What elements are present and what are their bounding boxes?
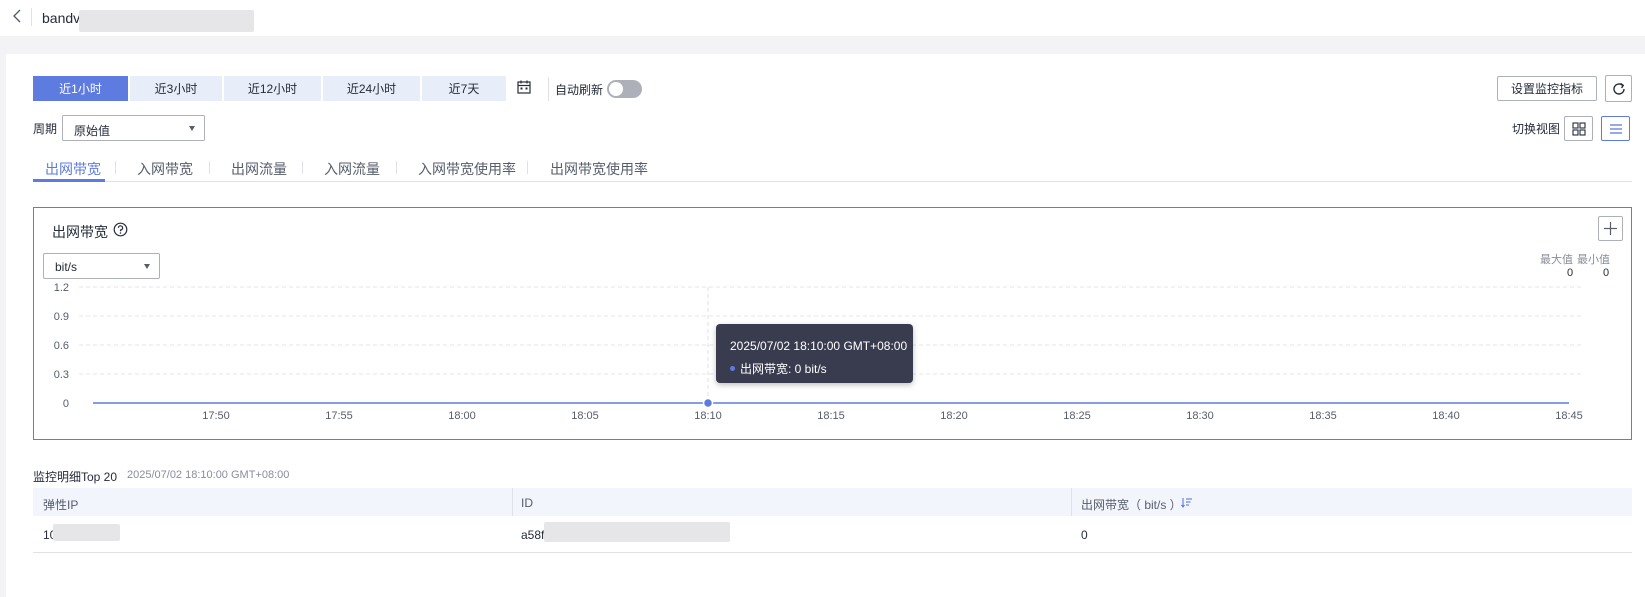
time-range-3h[interactable]: 近3小时 bbox=[130, 76, 222, 101]
redacted-id bbox=[544, 522, 730, 542]
auto-refresh-label: 自动刷新 bbox=[555, 83, 604, 97]
time-range-12h[interactable]: 近12小时 bbox=[224, 76, 321, 101]
tabs-baseline bbox=[33, 181, 1632, 182]
refresh-icon bbox=[1612, 82, 1625, 95]
grid-icon bbox=[1571, 121, 1586, 136]
grid-view-button[interactable] bbox=[1564, 116, 1593, 141]
column-header-bandwidth: 出网带宽（ bit/s ） bbox=[1081, 498, 1182, 512]
x-tick-label: 18:00 bbox=[448, 410, 476, 422]
tab-separator bbox=[209, 161, 210, 174]
y-tick-label: 0.9 bbox=[54, 311, 69, 323]
tooltip-time: 2025/07/02 18:10:00 GMT+08:00 bbox=[730, 339, 908, 353]
time-range-24h[interactable]: 近24小时 bbox=[323, 76, 420, 101]
tooltip-value: 出网带宽: 0 bit/s bbox=[740, 362, 827, 376]
column-header-id: ID bbox=[521, 496, 533, 510]
time-range-7d[interactable]: 近7天 bbox=[422, 76, 506, 101]
x-tick-label: 18:45 bbox=[1555, 410, 1583, 422]
back-arrow-icon[interactable] bbox=[10, 7, 26, 25]
time-range-1h[interactable]: 近1小时 bbox=[33, 76, 128, 101]
x-tick-label: 18:35 bbox=[1309, 410, 1337, 422]
table-timestamp: 2025/07/02 18:10:00 GMT+08:00 bbox=[127, 469, 290, 481]
auto-refresh-toggle[interactable] bbox=[607, 80, 642, 98]
page-title: bandv bbox=[42, 10, 81, 26]
cell-bandwidth: 0 bbox=[1081, 528, 1088, 542]
header-divider bbox=[31, 8, 32, 26]
calendar-icon[interactable] bbox=[516, 79, 532, 95]
tab-inbound-bandwidth[interactable]: 入网带宽 bbox=[137, 159, 193, 179]
chart-title: 出网带宽 bbox=[52, 224, 108, 240]
table-header: 弹性IP ID 出网带宽（ bit/s ） bbox=[33, 488, 1632, 516]
x-tick-label: 18:20 bbox=[940, 410, 968, 422]
tab-outbound-traffic[interactable]: 出网流量 bbox=[231, 159, 287, 179]
period-label: 周期 bbox=[33, 122, 58, 136]
x-tick-label: 18:10 bbox=[694, 410, 722, 422]
y-tick-label: 1.2 bbox=[54, 282, 69, 294]
set-metrics-button[interactable]: 设置监控指标 bbox=[1497, 76, 1597, 101]
period-value: 原始值 bbox=[74, 124, 111, 138]
plus-icon bbox=[1604, 222, 1617, 235]
chevron-down-icon bbox=[144, 264, 150, 269]
active-tab-indicator bbox=[33, 179, 105, 182]
tab-separator bbox=[302, 161, 303, 174]
period-select[interactable]: 原始值 bbox=[62, 115, 205, 141]
tab-inbound-traffic[interactable]: 入网流量 bbox=[324, 159, 380, 179]
tab-separator bbox=[396, 161, 397, 174]
chevron-down-icon bbox=[189, 126, 195, 131]
column-separator bbox=[512, 488, 513, 516]
x-tick-label: 17:55 bbox=[325, 410, 353, 422]
redacted-title bbox=[79, 10, 254, 32]
max-label: 最大值 bbox=[1540, 254, 1573, 266]
table-row[interactable]: 10 a58f 0 bbox=[33, 516, 1632, 553]
refresh-button[interactable] bbox=[1605, 75, 1632, 102]
tab-outbound-bandwidth[interactable]: 出网带宽 bbox=[45, 159, 101, 179]
x-tick-label: 18:30 bbox=[1186, 410, 1214, 422]
y-tick-label: 0.3 bbox=[54, 369, 69, 381]
y-tick-label: 0 bbox=[63, 398, 69, 410]
min-label: 最小值 bbox=[1577, 254, 1610, 266]
x-tick-label: 18:40 bbox=[1432, 410, 1460, 422]
cell-id: a58f bbox=[521, 528, 545, 542]
tab-separator bbox=[115, 161, 116, 174]
column-separator bbox=[1071, 488, 1072, 516]
tooltip-value-row: 出网带宽: 0 bit/s bbox=[730, 360, 827, 377]
help-icon[interactable] bbox=[113, 222, 128, 237]
table-title: 监控明细Top 20 bbox=[33, 470, 118, 484]
unit-value: bit/s bbox=[55, 260, 78, 274]
tab-separator bbox=[527, 161, 528, 174]
switch-view-label: 切换视图 bbox=[1512, 122, 1561, 136]
highlight-point bbox=[702, 397, 714, 409]
add-chart-button[interactable] bbox=[1598, 216, 1623, 241]
tab-outbound-bandwidth-usage[interactable]: 出网带宽使用率 bbox=[550, 159, 648, 179]
list-icon bbox=[1609, 123, 1622, 134]
sort-icon[interactable] bbox=[1181, 497, 1193, 508]
x-tick-label: 17:50 bbox=[202, 410, 230, 422]
series-dot-icon bbox=[730, 366, 735, 371]
y-tick-label: 0.6 bbox=[54, 340, 69, 352]
redacted-ip bbox=[53, 524, 120, 541]
tab-inbound-bandwidth-usage[interactable]: 入网带宽使用率 bbox=[418, 159, 516, 179]
x-tick-label: 18:25 bbox=[1063, 410, 1091, 422]
x-tick-label: 18:15 bbox=[817, 410, 845, 422]
column-header-eip: 弹性IP bbox=[43, 498, 79, 512]
toolbar-divider bbox=[548, 77, 549, 101]
chart-tooltip: 2025/07/02 18:10:00 GMT+08:00 出网带宽: 0 bi… bbox=[716, 324, 913, 383]
x-tick-label: 18:05 bbox=[571, 410, 599, 422]
list-view-button[interactable] bbox=[1601, 116, 1630, 141]
